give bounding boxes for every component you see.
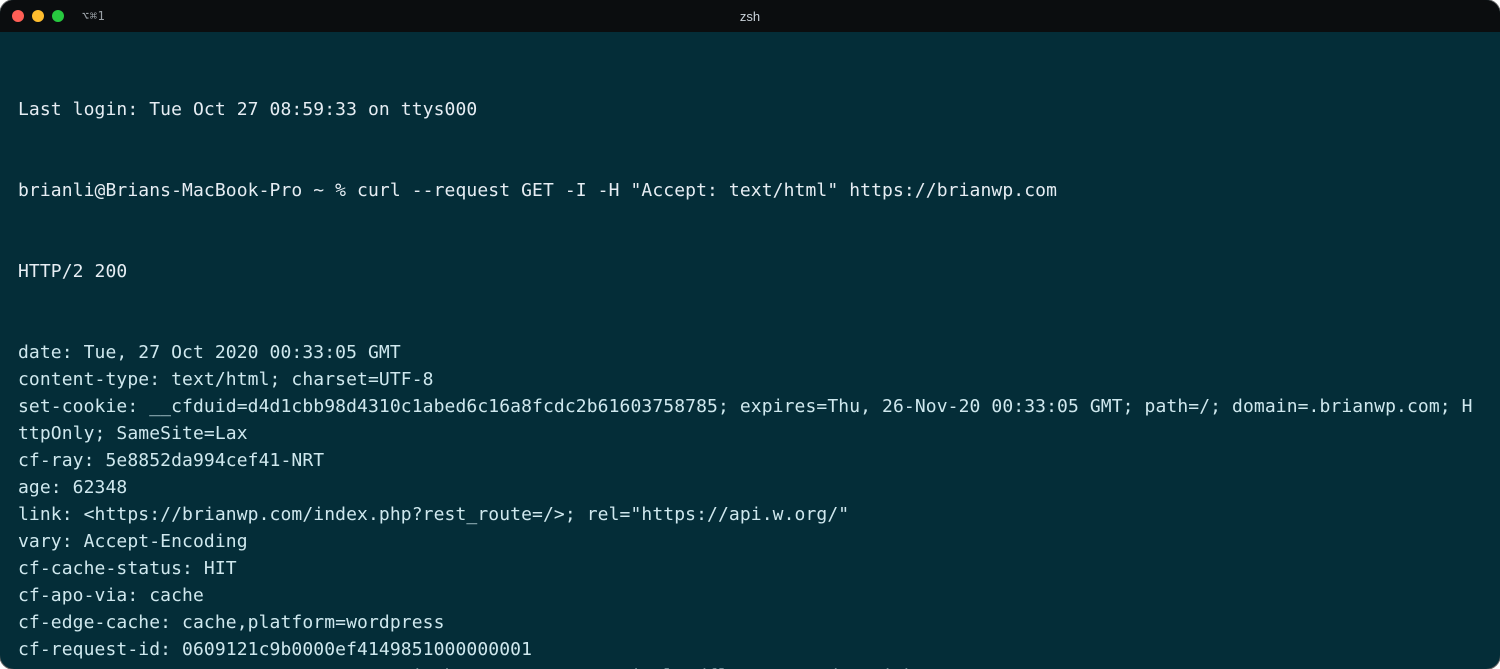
header-key: cf-request-id: [18,639,171,660]
header-line: link: <https://brianwp.com/index.php?res… [18,501,1482,528]
header-value: HIT [193,558,237,579]
terminal-output[interactable]: Last login: Tue Oct 27 08:59:33 on ttys0… [0,32,1500,669]
terminal-window: ⌥⌘1 zsh Last login: Tue Oct 27 08:59:33 … [0,0,1500,669]
titlebar[interactable]: ⌥⌘1 zsh [0,0,1500,32]
header-line: cf-apo-via: cache [18,582,1482,609]
minimize-icon[interactable] [32,10,44,22]
header-line: cf-ray: 5e8852da994cef41-NRT [18,447,1482,474]
http-status-line: HTTP/2 200 [18,258,1482,285]
header-line: vary: Accept-Encoding [18,528,1482,555]
header-value: __cfduid=d4d1cbb98d4310c1abed6c16a8fcdc2… [18,396,1473,444]
header-key: set-cookie: [18,396,138,417]
header-value: 0609121c9b0000ef4149851000000001 [171,639,532,660]
header-key: cf-ray: [18,450,95,471]
command-text: curl --request GET -I -H "Accept: text/h… [357,180,1057,201]
header-value: text/html; charset=UTF-8 [160,369,433,390]
header-key: date: [18,342,73,363]
header-key: cf-edge-cache: [18,612,171,633]
header-value: cache,platform=wordpress [171,612,444,633]
header-value: cache [138,585,204,606]
header-value: 62348 [62,477,128,498]
header-key: cf-apo-via: [18,585,138,606]
header-line: age: 62348 [18,474,1482,501]
header-line: date: Tue, 27 Oct 2020 00:33:05 GMT [18,339,1482,366]
prompt-line: brianli@Brians-MacBook-Pro ~ % curl --re… [18,177,1482,204]
header-line: cf-edge-cache: cache,platform=wordpress [18,609,1482,636]
last-login-line: Last login: Tue Oct 27 08:59:33 on ttys0… [18,96,1482,123]
header-value: Accept-Encoding [73,531,248,552]
header-value: <https://brianwp.com/index.php?rest_rout… [73,504,850,525]
header-value: 5e8852da994cef41-NRT [95,450,325,471]
header-line: expect-ct: max-age=604800, report-uri="h… [18,663,1482,669]
header-value: Tue, 27 Oct 2020 00:33:05 GMT [73,342,401,363]
header-line: set-cookie: __cfduid=d4d1cbb98d4310c1abe… [18,393,1482,447]
header-line: cf-request-id: 0609121c9b0000ef414985100… [18,636,1482,663]
tab-label: ⌥⌘1 [82,9,105,23]
header-key: cf-cache-status: [18,558,193,579]
header-key: link: [18,504,73,525]
window-title: zsh [740,9,760,24]
header-key: age: [18,477,62,498]
zoom-icon[interactable] [52,10,64,22]
traffic-lights [12,10,64,22]
header-line: content-type: text/html; charset=UTF-8 [18,366,1482,393]
close-icon[interactable] [12,10,24,22]
header-key: content-type: [18,369,160,390]
shell-prompt: brianli@Brians-MacBook-Pro ~ % [18,180,357,201]
header-key: vary: [18,531,73,552]
header-line: cf-cache-status: HIT [18,555,1482,582]
